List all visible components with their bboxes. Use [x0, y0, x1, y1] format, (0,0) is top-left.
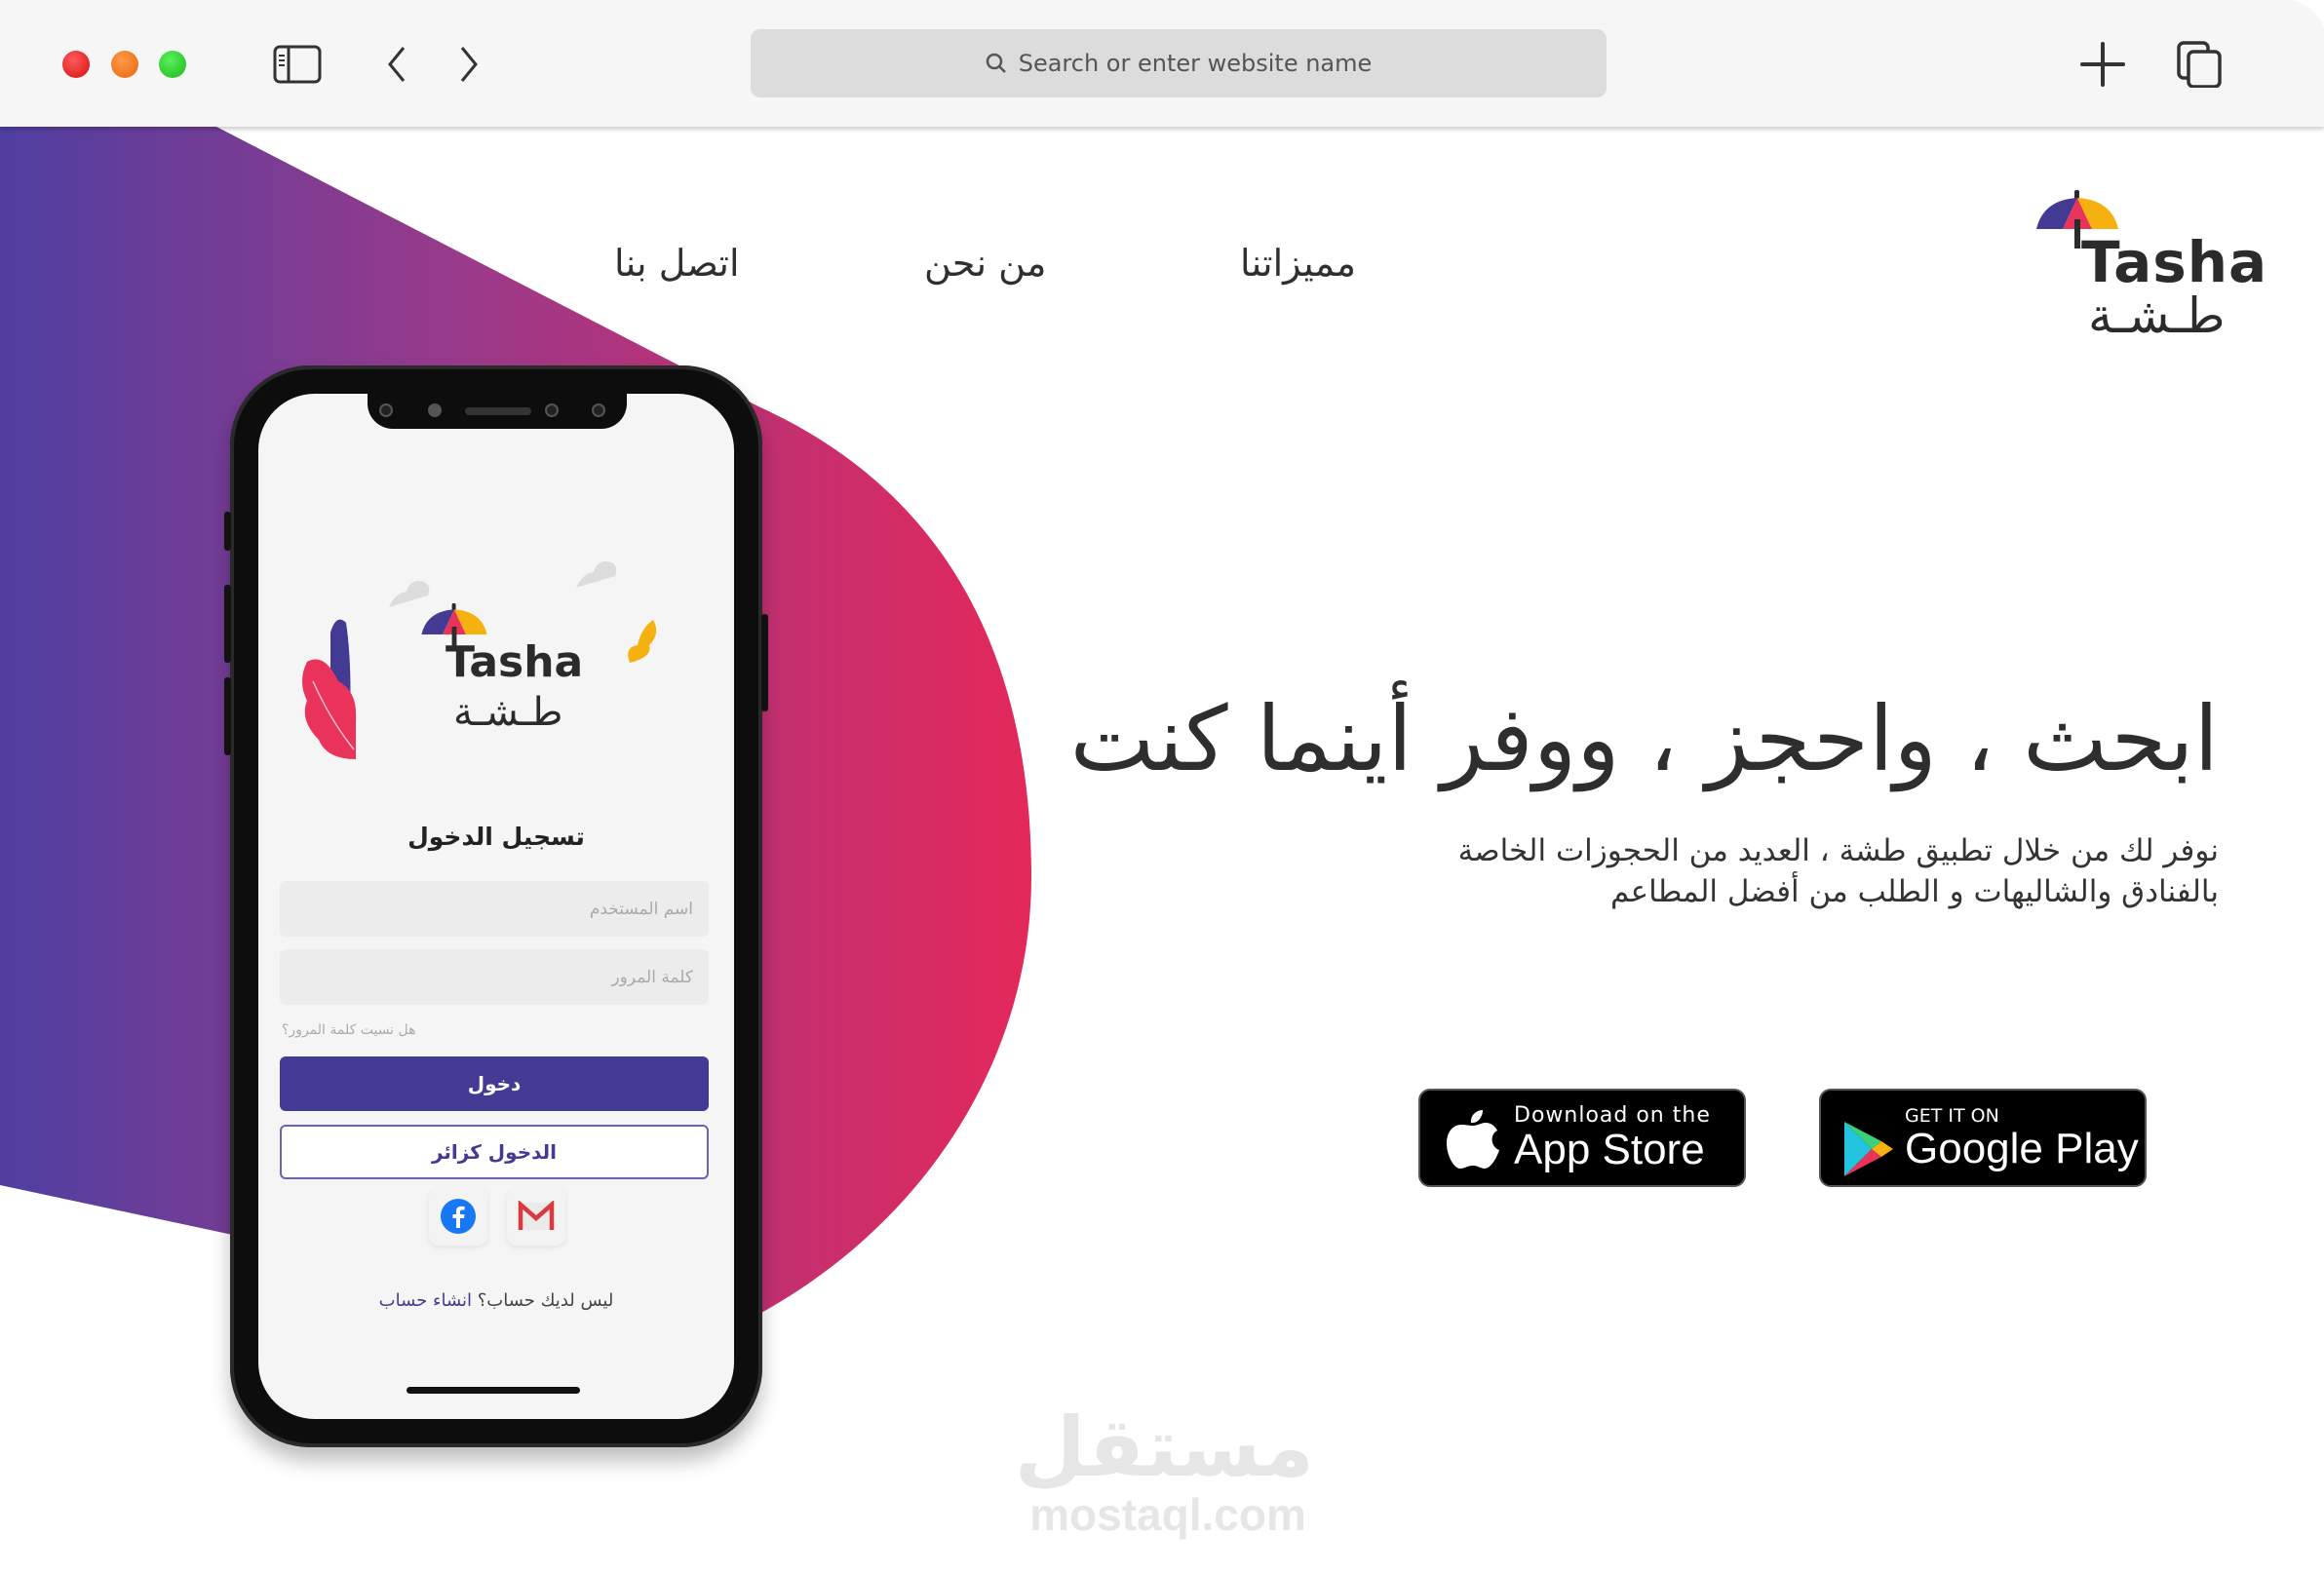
app-store-small-text: Download on the	[1514, 1103, 1711, 1128]
google-play-small-text: GET IT ON	[1905, 1104, 1999, 1127]
gmail-login-button[interactable]	[507, 1187, 565, 1246]
new-tab-icon	[2080, 42, 2125, 87]
login-button[interactable]: دخول	[280, 1056, 709, 1111]
apple-icon	[1447, 1109, 1499, 1169]
app-store-badge[interactable]: Download on the App Store	[1418, 1089, 1746, 1187]
username-input[interactable]	[280, 881, 709, 937]
browser-toolbar: Search or enter website name	[0, 0, 2324, 127]
no-account-text: ليس لديك حساب؟	[477, 1290, 614, 1311]
guest-login-button[interactable]: الدخول كزائر	[280, 1125, 709, 1179]
leaf-illustration-icon	[302, 619, 357, 759]
back-button[interactable]	[372, 43, 421, 86]
phone-notch	[368, 394, 627, 429]
google-play-badge[interactable]: GET IT ON Google Play	[1819, 1089, 2147, 1187]
minimize-window-button[interactable]	[111, 51, 138, 78]
yellow-leaf-icon	[628, 620, 657, 663]
back-icon	[388, 47, 406, 82]
search-icon	[986, 53, 1006, 73]
phone-mockup: Tasha طـشـة تسجيل الدخول هل نسيت كلمة ال…	[224, 365, 768, 1447]
watermark: مستقل mostaql.com	[1014, 1400, 1314, 1540]
google-play-icon	[1844, 1121, 1893, 1176]
hero-subtitle-line-1: نوفر لك من خلال تطبيق طشة ، العديد من ال…	[1457, 833, 2219, 868]
address-placeholder: Search or enter website name	[1018, 50, 1373, 77]
phone-power-button	[761, 614, 768, 711]
google-play-big-text: Google Play	[1905, 1124, 2139, 1172]
phone-volume-up	[224, 585, 231, 663]
login-title: تسجيل الدخول	[407, 823, 585, 851]
sensor-icon	[428, 403, 442, 417]
nav-item-about[interactable]: من نحن	[924, 242, 1046, 285]
password-input[interactable]	[280, 949, 709, 1005]
nav-item-contact[interactable]: اتصل بنا	[614, 242, 740, 285]
hero-subtitle-line-2: بالفنادق والشاليهات و الطلب من أفضل المط…	[1610, 874, 2219, 909]
forward-icon	[460, 47, 478, 82]
address-bar[interactable]: Search or enter website name	[751, 29, 1607, 97]
hero-title: ابحث ، واحجز ، ووفر أينما كنت	[1069, 687, 2219, 791]
logo-text-en: Tasha	[2081, 229, 2268, 295]
camera-icon	[592, 403, 605, 417]
forward-button[interactable]	[445, 43, 493, 86]
gmail-icon	[518, 1201, 555, 1230]
close-window-button[interactable]	[62, 51, 90, 78]
home-indicator	[407, 1387, 580, 1394]
facebook-icon	[441, 1199, 476, 1234]
watermark-ar: مستقل	[1014, 1400, 1314, 1495]
forgot-password-link[interactable]: هل نسيت كلمة المرور؟	[282, 1022, 416, 1038]
watermark-en: mostaql.com	[1029, 1489, 1306, 1540]
phone-screen: Tasha طـشـة تسجيل الدخول هل نسيت كلمة ال…	[258, 394, 734, 1419]
phone-volume-down	[224, 677, 231, 755]
sensor-icon	[379, 403, 393, 417]
app-logo-text-ar: طـشـة	[453, 690, 563, 735]
sidebar-toggle-button[interactable]	[273, 43, 322, 86]
speaker-grille	[465, 407, 531, 415]
app-store-big-text: App Store	[1514, 1126, 1705, 1173]
sidebar-icon	[273, 45, 322, 84]
logo-text-ar: طـشـة	[2088, 288, 2226, 344]
hero-subtitle: نوفر لك من خلال تطبيق طشة ، العديد من ال…	[1341, 830, 2219, 912]
new-tab-button[interactable]	[2078, 42, 2127, 87]
facebook-login-button[interactable]	[429, 1187, 487, 1246]
app-logo-text-en: Tasha	[445, 637, 584, 687]
signup-prompt: ليس لديك حساب؟ انشاء حساب	[258, 1290, 734, 1311]
tabs-overview-button[interactable]	[2176, 41, 2225, 88]
phone-mute-switch	[224, 512, 231, 551]
nav-item-features[interactable]: مميزاتنا	[1240, 242, 1356, 285]
create-account-link[interactable]: انشاء حساب	[379, 1290, 472, 1311]
tabs-overview-icon	[2177, 41, 2222, 88]
camera-icon	[545, 403, 559, 417]
maximize-window-button[interactable]	[159, 51, 186, 78]
cloud-icon	[576, 561, 617, 588]
brand-logo[interactable]: Tasha طـشـة	[2036, 190, 2266, 346]
